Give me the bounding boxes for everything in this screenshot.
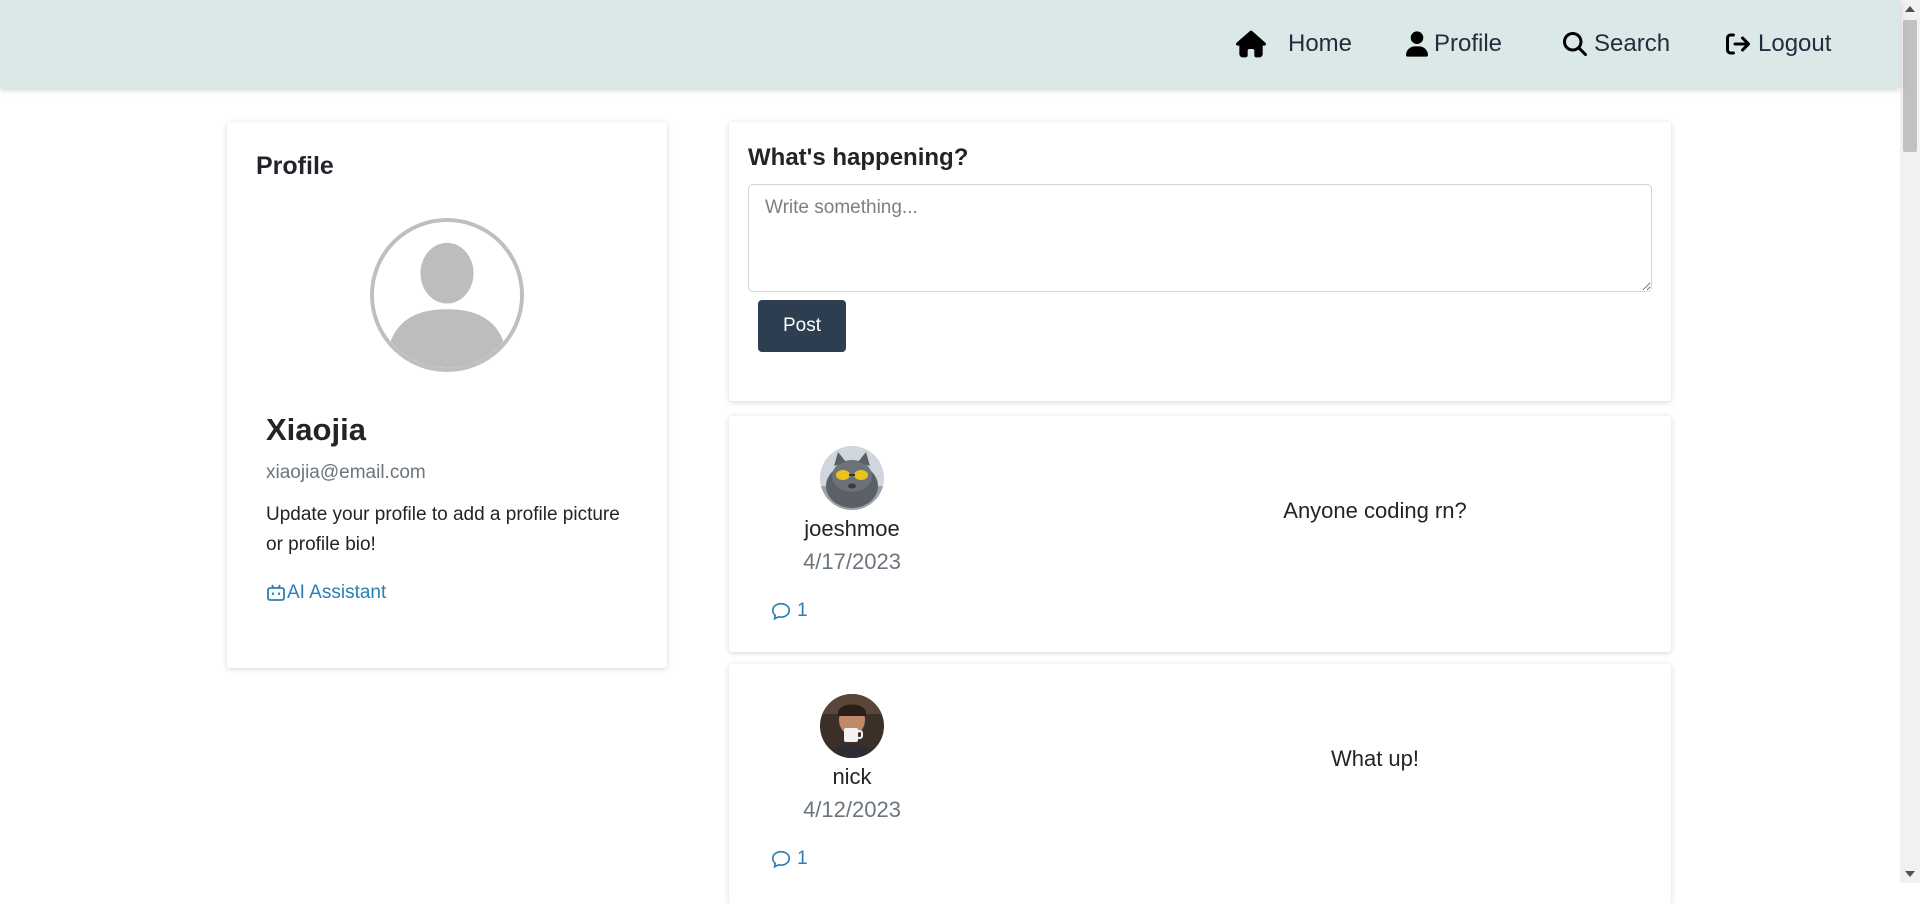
comment-count: 1 xyxy=(797,848,808,869)
user-icon xyxy=(1406,31,1428,57)
cat-with-sunglasses-avatar[interactable] xyxy=(820,446,884,510)
scrollbar-thumb[interactable] xyxy=(1903,20,1917,152)
scroll-down-arrow[interactable] xyxy=(1905,871,1915,877)
robot-icon xyxy=(267,584,285,601)
man-drinking-coffee-avatar[interactable] xyxy=(820,694,884,758)
post-card: nick 4/12/2023 What up! 1 xyxy=(729,664,1671,904)
nav-search-label: Search xyxy=(1594,30,1671,57)
comment-count: 1 xyxy=(797,600,808,621)
search-icon xyxy=(1563,32,1587,57)
profile-bio: Update your profile to add a profile pic… xyxy=(266,504,620,555)
post-text: Anyone coding rn? xyxy=(1283,498,1467,523)
post-comments-button[interactable]: 1 xyxy=(770,848,808,870)
comment-icon xyxy=(771,850,791,869)
post-username[interactable]: nick xyxy=(789,764,915,790)
nav-home[interactable]: Home xyxy=(1236,28,1352,60)
nav-logout-label: Logout xyxy=(1758,30,1832,57)
post-date: 4/17/2023 xyxy=(803,549,901,574)
home-icon xyxy=(1236,30,1266,58)
profile-email: xiaojia@email.com xyxy=(266,462,426,483)
profile-name: Xiaojia xyxy=(266,412,366,447)
comment-icon xyxy=(771,602,791,621)
top-navbar: Home Profile Search Logout xyxy=(0,0,1900,88)
nav-logout[interactable]: Logout xyxy=(1726,28,1831,60)
post-username[interactable]: joeshmoe xyxy=(789,516,915,542)
nav-profile[interactable]: Profile xyxy=(1406,28,1502,60)
post-button[interactable]: Post xyxy=(758,300,846,352)
nav-profile-label: Profile xyxy=(1434,30,1503,57)
post-comments-button[interactable]: 1 xyxy=(770,600,808,622)
nav-search[interactable]: Search xyxy=(1563,28,1670,60)
post-text: What up! xyxy=(1330,746,1420,771)
profile-heading: Profile xyxy=(256,152,334,180)
ai-assistant-label: AI Assistant xyxy=(287,582,387,603)
ai-assistant-link[interactable]: AI Assistant xyxy=(266,582,386,604)
composer-card: What's happening? Post xyxy=(729,122,1671,401)
logout-icon xyxy=(1726,33,1750,55)
composer-title: What's happening? xyxy=(748,144,969,171)
default-user-icon xyxy=(370,218,524,372)
profile-card: Profile Xiaojia xiaojia@email.com Update… xyxy=(227,122,667,668)
post-textarea[interactable] xyxy=(748,184,1652,292)
page-scrollbar[interactable] xyxy=(1900,0,1920,883)
post-date: 4/12/2023 xyxy=(803,797,901,822)
nav-home-label: Home xyxy=(1288,30,1353,57)
post-card: joeshmoe 4/17/2023 Anyone coding rn? 1 xyxy=(729,416,1671,652)
scroll-up-arrow[interactable] xyxy=(1905,6,1915,12)
